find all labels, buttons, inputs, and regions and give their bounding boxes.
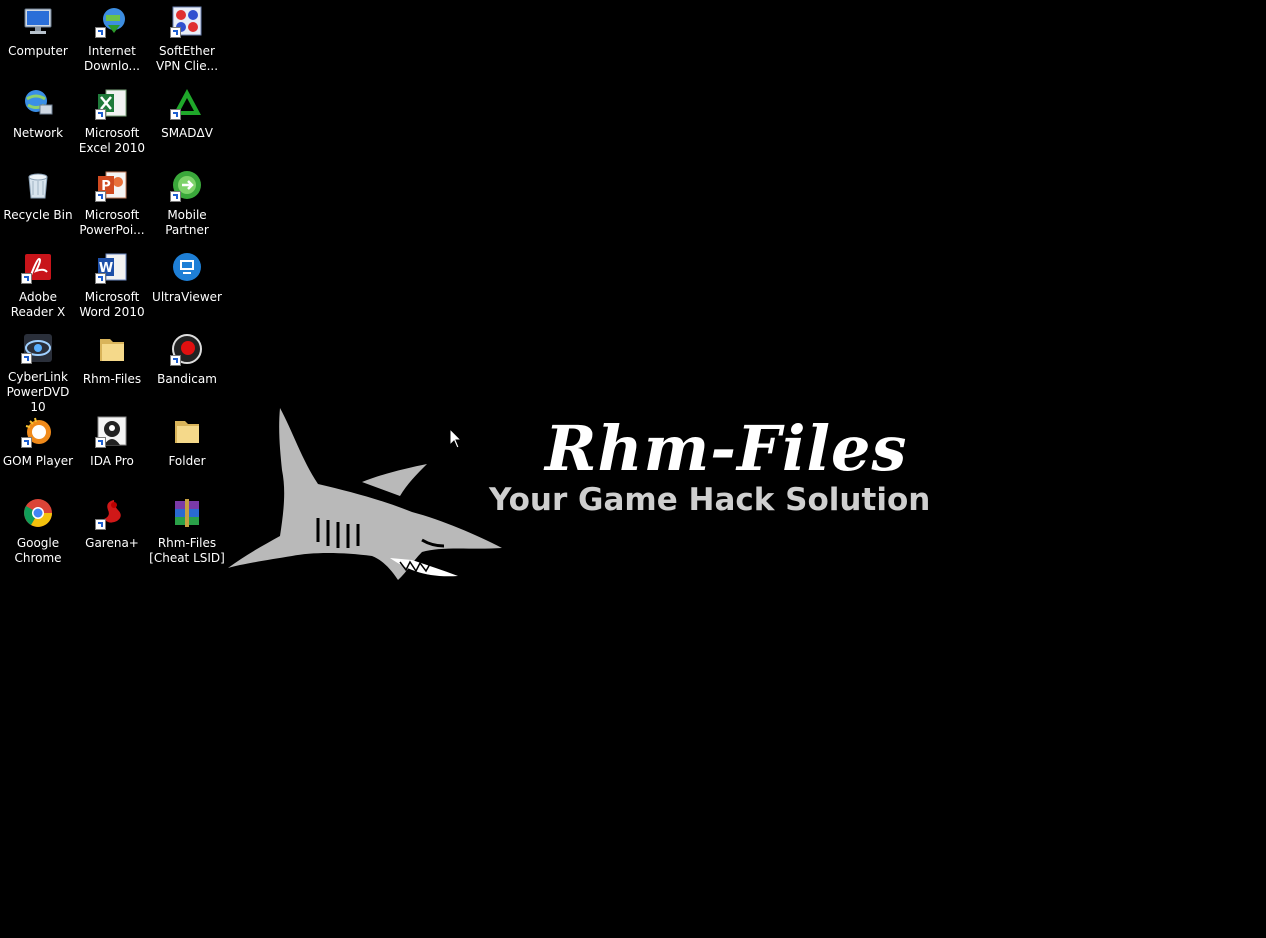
folder-icon [95, 332, 129, 366]
word-icon: W [95, 250, 129, 284]
excel-icon [95, 86, 129, 120]
desktop-icon-smadav[interactable]: SMADΔV [149, 82, 225, 160]
recycle-bin-icon [21, 168, 55, 202]
powerdvd-icon [21, 332, 55, 364]
desktop-icon-ida-pro[interactable]: IDA Pro [74, 410, 150, 488]
desktop-icon-rhm-files-cheat-lsid[interactable]: Rhm-Files [Cheat LSID] [149, 492, 225, 570]
chrome-icon [21, 496, 55, 530]
ultraviewer-icon [170, 250, 204, 284]
winrar-archive-icon [170, 496, 204, 530]
shark-logo-image [228, 408, 502, 580]
desktop-icon-softether-vpn[interactable]: SoftEther VPN Clie... [149, 0, 225, 78]
mobile-partner-icon [170, 168, 204, 202]
desktop-icon-word[interactable]: W Microsoft Word 2010 [74, 246, 150, 324]
folder-icon [170, 414, 204, 448]
ida-pro-icon [95, 414, 129, 448]
desktop-icon-rhm-files[interactable]: Rhm-Files [74, 328, 150, 406]
bandicam-icon [170, 332, 204, 366]
desktop-icon-folder[interactable]: Folder [149, 410, 225, 488]
internet-download-manager-icon [95, 4, 129, 38]
desktop-icon-gom-player[interactable]: GOM Player [0, 410, 76, 488]
garena-icon [95, 496, 129, 530]
desktop-icon-garena[interactable]: Garena+ [74, 492, 150, 570]
desktop-icon-google-chrome[interactable]: Google Chrome [0, 492, 76, 570]
desktop-icon-excel[interactable]: Microsoft Excel 2010 [74, 82, 150, 160]
computer-icon [21, 4, 55, 38]
smadav-icon [170, 86, 204, 120]
network-icon [21, 86, 55, 120]
desktop-icon-internet-download-manager[interactable]: Internet Downlo... [74, 0, 150, 78]
desktop-icon-powerdvd[interactable]: CyberLink PowerDVD 10 [0, 328, 76, 414]
desktop-icon-adobe-reader[interactable]: Adobe Reader X [0, 246, 76, 324]
powerpoint-icon: P [95, 168, 129, 202]
desktop-icon-network[interactable]: Network [0, 82, 76, 160]
softether-vpn-icon [170, 4, 204, 38]
adobe-reader-icon [21, 250, 55, 284]
wallpaper-title: Rhm-Files [545, 412, 908, 485]
mouse-cursor-icon [449, 428, 463, 449]
desktop-icon-mobile-partner[interactable]: Mobile Partner [149, 164, 225, 242]
desktop-icon-bandicam[interactable]: Bandicam [149, 328, 225, 406]
desktop-icon-computer[interactable]: Computer [0, 0, 76, 78]
desktop-icon-recycle-bin[interactable]: Recycle Bin [0, 164, 76, 242]
desktop-icon-ultraviewer[interactable]: UltraViewer [149, 246, 225, 324]
gom-player-icon [21, 414, 55, 448]
wallpaper-subtitle: Your Game Hack Solution [489, 482, 931, 518]
desktop-icon-powerpoint[interactable]: P Microsoft PowerPoi... [74, 164, 150, 242]
